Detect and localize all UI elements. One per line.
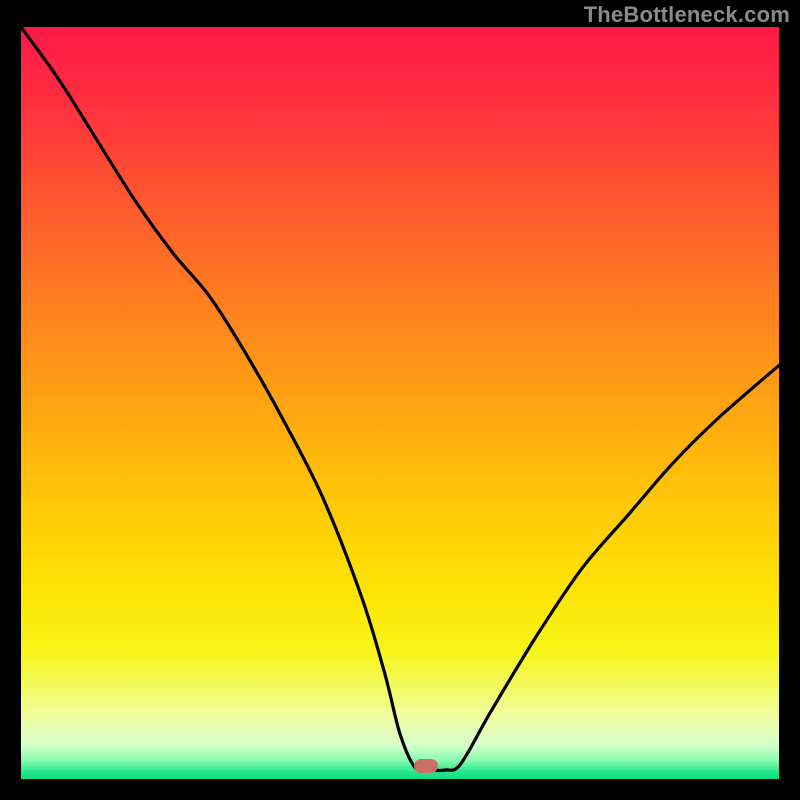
optimum-marker [414, 759, 438, 773]
watermark-text: TheBottleneck.com [584, 2, 790, 28]
chart-svg [21, 27, 779, 779]
app-frame: TheBottleneck.com [0, 0, 800, 800]
chart-background [21, 27, 779, 779]
bottleneck-chart [21, 27, 779, 779]
